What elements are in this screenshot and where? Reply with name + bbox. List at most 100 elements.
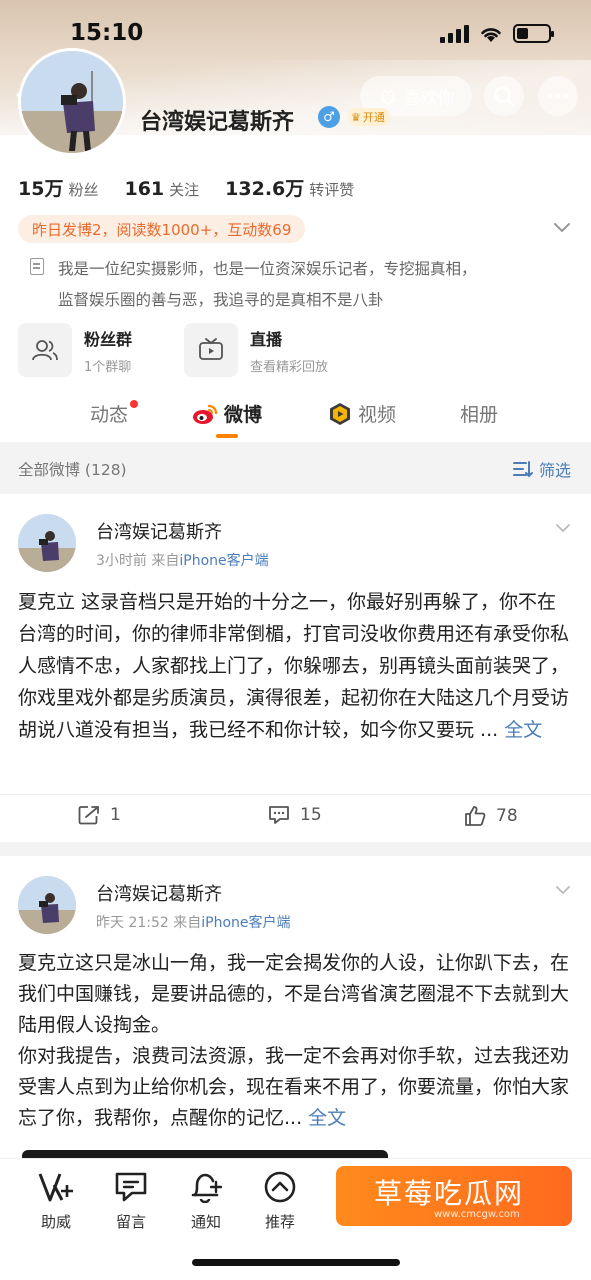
fan-group-subtitle: 1个群聊 xyxy=(84,359,132,375)
feed-filter-bar: 全部微博 (128) 筛选 xyxy=(0,442,591,494)
watermark-url: www.cmcgw.com xyxy=(434,1209,520,1220)
recommend-label: 推荐 xyxy=(264,1213,295,1231)
avatar-photo xyxy=(18,876,76,934)
post-separator xyxy=(0,842,591,856)
tab-album-label: 相册 xyxy=(460,404,499,426)
home-indicator[interactable] xyxy=(192,1259,400,1266)
engagement-label: 转评赞 xyxy=(309,181,355,199)
fan-group-entry[interactable]: 粉丝群 1个群聊 xyxy=(18,323,132,377)
following-label[interactable]: 关注 xyxy=(169,179,199,200)
active-tab-indicator xyxy=(216,434,238,438)
repost-count: 1 xyxy=(110,805,121,825)
repost-button[interactable]: 1 xyxy=(78,805,121,825)
avatar-photo xyxy=(18,514,76,572)
post-author-name[interactable]: 台湾娱记葛斯齐 xyxy=(96,518,222,544)
profile-stats: 15万 粉丝 161 关注 132.6万 转评赞 xyxy=(18,174,380,201)
thumbs-up-icon xyxy=(465,806,486,826)
bio-document-icon xyxy=(30,258,44,275)
unread-dot xyxy=(130,400,138,408)
search-icon xyxy=(494,86,515,107)
recommend-button[interactable]: 推荐 xyxy=(250,1171,310,1232)
post-body[interactable]: 夏克立 这录音档只是开始的十分之一，你最好别再躲了，你不在台湾的时间，你的律师非… xyxy=(18,586,573,746)
post-source[interactable]: iPhone客户端 xyxy=(179,553,268,569)
filter-button-label: 筛选 xyxy=(538,461,571,480)
more-dots-icon xyxy=(547,93,569,99)
video-channel-icon xyxy=(330,402,350,425)
post-menu-button[interactable] xyxy=(555,880,571,899)
read-more-link[interactable]: 全文 xyxy=(504,719,542,741)
live-title: 直播 xyxy=(250,329,283,349)
comment-icon xyxy=(269,806,289,824)
tab-album[interactable]: 相册 xyxy=(460,400,498,427)
repost-icon xyxy=(78,806,99,825)
chevron-down-icon xyxy=(554,223,570,233)
following-count[interactable]: 161 xyxy=(124,178,164,200)
live-entry[interactable]: 直播 查看精彩回放 xyxy=(184,323,328,377)
activity-summary[interactable]: 昨日发博2，阅读数1000+，互动数69 xyxy=(18,215,306,243)
engagement-count: 132.6万 xyxy=(225,178,305,200)
read-more-link[interactable]: 全文 xyxy=(308,1107,346,1129)
tab-dynamic-label: 动态 xyxy=(90,404,129,426)
gender-male-icon: ♂ xyxy=(318,106,340,128)
search-button[interactable] xyxy=(484,76,524,116)
post-author-name[interactable]: 台湾娱记葛斯齐 xyxy=(96,880,222,906)
profile-avatar[interactable] xyxy=(18,48,126,156)
tab-weibo[interactable]: 微博 xyxy=(192,400,262,427)
message-label: 留言 xyxy=(115,1213,146,1231)
feed-post[interactable]: 台湾娱记葛斯齐 3小时前 来自iPhone客户端 夏克立 这录音档只是开始的十分… xyxy=(0,494,591,842)
tab-video-label: 视频 xyxy=(358,404,397,426)
vip-badge-label: 开通 xyxy=(362,111,385,124)
group-users-icon xyxy=(32,340,58,361)
site-watermark: 草莓吃瓜网 www.cmcgw.com xyxy=(336,1166,572,1226)
bio-line-1: 我是一位纪实摄影师，也是一位资深娱乐记者，专挖掘真相， xyxy=(58,260,477,278)
filter-icon xyxy=(512,461,533,478)
more-button[interactable] xyxy=(538,76,578,116)
post-paragraph-1: 夏克立这只是冰山一角，我一定会揭发你的人设，让你趴下去，在我们中国赚钱，是要讲品… xyxy=(18,952,570,1036)
tab-video[interactable]: 视频 xyxy=(328,400,396,427)
post-source[interactable]: iPhone客户端 xyxy=(201,915,290,931)
chevron-down-icon xyxy=(556,886,570,895)
message-button[interactable]: 留言 xyxy=(101,1171,161,1232)
post-meta: 3小时前 来自iPhone客户端 xyxy=(96,550,269,570)
boost-v-plus-icon xyxy=(38,1173,73,1202)
notify-button[interactable]: 通知 xyxy=(176,1171,236,1232)
wifi-icon xyxy=(481,27,501,42)
weibo-count: 全部微博 (128) xyxy=(18,461,127,479)
bell-plus-icon xyxy=(191,1173,223,1203)
avatar-photo xyxy=(21,51,123,153)
followers-label[interactable]: 粉丝 xyxy=(68,179,98,200)
vip-badge[interactable]: ♛ 开通 xyxy=(348,108,390,126)
profile-tabs: 动态 微博 视频 相册 xyxy=(0,392,591,440)
post-paragraph-2: 你对我提告，浪费司法资源，我一定不会再对你手软，过去我还劝受害人点到为止给你机会… xyxy=(18,1045,570,1129)
tab-weibo-label: 微博 xyxy=(224,404,263,426)
filter-button[interactable]: 筛选 xyxy=(512,457,571,481)
like-button[interactable]: 78 xyxy=(464,805,518,827)
like-you-label: 喜欢你 xyxy=(403,88,455,109)
followers-count[interactable]: 15万 xyxy=(18,174,63,201)
status-time: 15:10 xyxy=(70,20,144,46)
recommend-chevron-up-icon xyxy=(264,1171,296,1203)
comment-button[interactable]: 15 xyxy=(268,805,322,825)
post-avatar[interactable] xyxy=(18,876,76,934)
post-actions: 1 15 78 xyxy=(0,794,591,842)
live-subtitle: 查看精彩回放 xyxy=(250,359,329,375)
post-from: 来自 xyxy=(173,915,202,931)
tab-dynamic[interactable]: 动态 xyxy=(90,400,128,427)
post-avatar[interactable] xyxy=(18,514,76,572)
chevron-down-icon xyxy=(556,524,570,533)
expand-profile-button[interactable] xyxy=(553,218,571,239)
post-time: 昨天 21:52 xyxy=(96,915,169,931)
post-text: 夏克立 这录音档只是开始的十分之一，你最好别再躲了，你不在台湾的时间，你的律师非… xyxy=(18,591,570,741)
profile-bio: 我是一位纪实摄影师，也是一位资深娱乐记者，专挖掘真相， 监督娱乐圈的善与恶，我追… xyxy=(58,254,558,316)
crown-icon: ♛ xyxy=(351,110,361,124)
profile-name: 台湾娱记葛斯齐 xyxy=(140,110,295,135)
boost-button[interactable]: 助威 xyxy=(26,1171,86,1232)
notify-label: 通知 xyxy=(190,1213,221,1231)
feed-post[interactable]: 台湾娱记葛斯齐 昨天 21:52 来自iPhone客户端 夏克立这只是冰山一角，… xyxy=(0,856,591,1156)
post-meta: 昨天 21:52 来自iPhone客户端 xyxy=(96,912,291,932)
post-body[interactable]: 夏克立这只是冰山一角，我一定会揭发你的人设，让你趴下去，在我们中国赚钱，是要讲品… xyxy=(18,948,573,1134)
post-menu-button[interactable] xyxy=(555,518,571,537)
message-icon xyxy=(115,1172,147,1202)
fan-group-title: 粉丝群 xyxy=(84,329,133,349)
like-count: 78 xyxy=(496,806,518,826)
